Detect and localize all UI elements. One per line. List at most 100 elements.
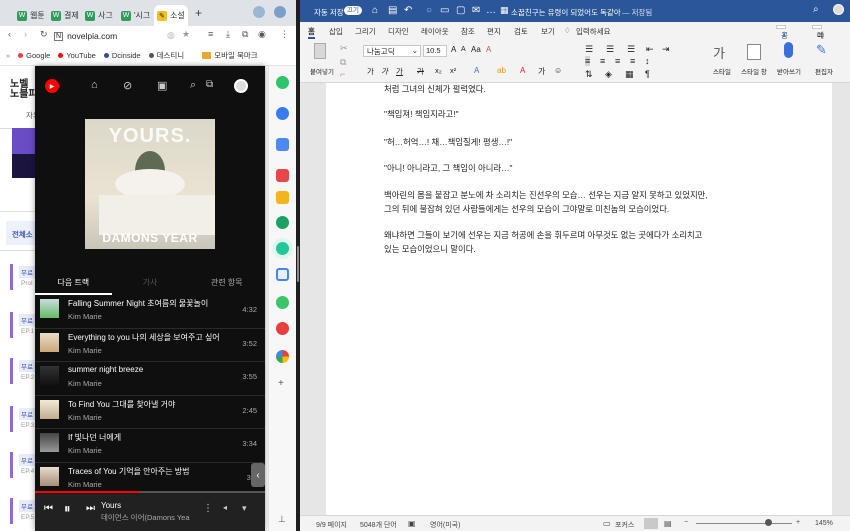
print-layout-icon[interactable] [644, 518, 658, 529]
strikethrough-icon[interactable]: 가 [417, 66, 424, 77]
translate-icon[interactable] [276, 268, 289, 281]
tab-3[interactable]: W 사그 [82, 5, 116, 26]
avatar[interactable] [234, 79, 248, 93]
styles-label[interactable]: 스타일 [713, 66, 731, 76]
styles-icon[interactable]: 가 [713, 43, 725, 62]
zoom-slider-thumb[interactable] [765, 519, 772, 526]
focus-label[interactable]: 포커스 [615, 520, 634, 530]
tab-design[interactable]: 디자인 [388, 26, 409, 37]
tab-view[interactable]: 보기 [541, 26, 555, 37]
pause-icon[interactable]: ⏸ [64, 501, 71, 517]
music-icon[interactable] [276, 242, 289, 255]
banner-thumb[interactable] [12, 128, 36, 154]
font-name-select[interactable]: 나눔고딕 ⌄ [363, 45, 421, 57]
library-icon[interactable]: ▣ [157, 79, 167, 92]
newdoc-icon[interactable]: ▢ [456, 5, 465, 16]
shrink-font-icon[interactable]: A [461, 46, 466, 53]
justify-icon[interactable]: ≡ [630, 56, 635, 66]
episode-label[interactable]: Prol [21, 280, 33, 287]
new-tab-icon[interactable]: + [195, 6, 202, 20]
apps-icon[interactable]: » [6, 51, 10, 60]
episode-label[interactable]: EP.4 [21, 468, 34, 475]
bookmark-youtube[interactable]: YouTube [58, 51, 96, 60]
redo-icon[interactable]: ○ [426, 5, 432, 16]
episode-label[interactable]: EP.2 [21, 374, 34, 381]
bookmark-destiny[interactable]: 데스티니 [148, 50, 184, 61]
more-icon[interactable]: ⋮ [203, 503, 213, 514]
reload-icon[interactable]: ↻ [40, 29, 48, 40]
queue-item[interactable]: Everything to you 나의 세상을 보여주고 싶어 Kim Mari… [35, 329, 265, 362]
banner-thumb[interactable] [12, 154, 36, 178]
tab-references[interactable]: 참조 [461, 26, 475, 37]
undo-icon[interactable]: ↶ [404, 5, 412, 16]
dictate-label[interactable]: 받아쓰기 [777, 66, 801, 76]
decrease-indent-icon[interactable]: ⇤ [646, 44, 654, 55]
tab-layout[interactable]: 레이아웃 [421, 26, 449, 37]
cast-icon[interactable]: ⧉ [206, 79, 213, 90]
char-shading-icon[interactable]: 가 [538, 66, 545, 77]
text-effects-icon[interactable]: A [474, 66, 479, 75]
home-icon[interactable]: ⌂ [372, 5, 378, 16]
search-icon[interactable]: ⌕ [813, 4, 819, 15]
extension-icon[interactable] [276, 322, 289, 335]
page-count[interactable]: 9/9 페이지 [316, 520, 347, 530]
menu-icon[interactable]: ≡ [208, 29, 213, 39]
zoom-level[interactable]: 145% [815, 520, 833, 527]
comments-button[interactable]: ▭ 메모 [812, 25, 824, 51]
download-icon[interactable]: ⤓ [226, 29, 230, 40]
bullets-icon[interactable]: ☰ [585, 44, 593, 55]
pocket-icon[interactable] [276, 169, 289, 182]
tab-up-next[interactable]: 다음 트랙 [35, 271, 112, 295]
add-icon[interactable]: + [278, 378, 284, 389]
tab-related[interactable]: 관련 항목 [188, 271, 265, 295]
explore-icon[interactable]: ⊘ [123, 79, 132, 92]
chrome-icon[interactable] [276, 216, 289, 229]
bookmark-dcinside[interactable]: Dcinside [103, 51, 141, 60]
shading-icon[interactable]: ◈ [605, 69, 612, 80]
collapse-panel-button[interactable]: ‹ [251, 463, 265, 487]
save-icon[interactable]: ▤ [388, 5, 397, 16]
emoji-icon[interactable]: ☺ [554, 66, 562, 75]
google-icon[interactable] [276, 350, 289, 363]
increase-indent-icon[interactable]: ⇥ [662, 44, 670, 55]
site-info-icon[interactable]: N [54, 31, 64, 41]
episode-label[interactable]: EP.1 [21, 328, 34, 335]
extension-icon[interactable] [276, 296, 289, 309]
autosave-toggle[interactable]: 끄기 [344, 6, 362, 15]
zoom-slider[interactable] [696, 523, 792, 524]
bookmark-folder[interactable]: 모바일 북마크 [202, 50, 258, 61]
web-layout-icon[interactable]: ▤ [664, 519, 672, 528]
copy-icon[interactable]: ⧉ [242, 29, 248, 40]
home-icon[interactable]: ⌂ [91, 79, 98, 91]
borders-icon[interactable]: ▦ [625, 69, 634, 80]
align-center-icon[interactable]: ≡ [600, 56, 605, 66]
style-pane-label[interactable]: 스타일 창 [741, 66, 767, 76]
camera-icon[interactable]: ◉ [258, 29, 266, 40]
queue-item[interactable]: Falling Summer Night 초여름의 물꽃놀이 Kim Marie 4… [35, 295, 265, 329]
paste-icon[interactable] [314, 43, 326, 59]
font-color-icon[interactable]: A [520, 66, 525, 75]
paste-label[interactable]: 붙여넣기 [310, 66, 334, 76]
next-icon[interactable]: ⏭ [86, 503, 95, 514]
previous-icon[interactable]: ⏮ [44, 503, 53, 514]
all-episodes-tab[interactable]: 전체소 [6, 221, 36, 245]
queue-item[interactable]: summer night breeze Kim Marie 3:55 [35, 362, 265, 396]
align-left-icon[interactable]: ≡ [585, 56, 591, 66]
more-icon[interactable]: ⋮ [280, 29, 289, 40]
progress-track[interactable] [35, 491, 265, 493]
tab-review[interactable]: 검토 [514, 26, 528, 37]
pin-icon[interactable]: ⊥ [278, 514, 286, 525]
tab-lyrics[interactable]: 가사 [112, 271, 189, 295]
superscript-icon[interactable]: x² [450, 66, 456, 75]
proofing-icon[interactable]: ▣ [408, 519, 416, 528]
font-size-select[interactable]: 10.5 [423, 45, 447, 57]
volume-icon[interactable]: ◂ [223, 503, 227, 512]
queue-item[interactable]: To Find You 그대를 찾아낼 거야 Kim Marie 2:45 [35, 396, 265, 429]
format-painter-icon[interactable]: ⌐ [340, 69, 345, 79]
zoom-out-icon[interactable]: − [684, 519, 688, 526]
highlight-icon[interactable]: ab [497, 66, 506, 75]
language[interactable]: 영어(미국) [430, 520, 460, 530]
bookmark-google[interactable]: Google [18, 51, 50, 60]
clear-format-icon[interactable]: A [486, 45, 491, 54]
copy-icon[interactable]: ⧉ [340, 57, 346, 68]
